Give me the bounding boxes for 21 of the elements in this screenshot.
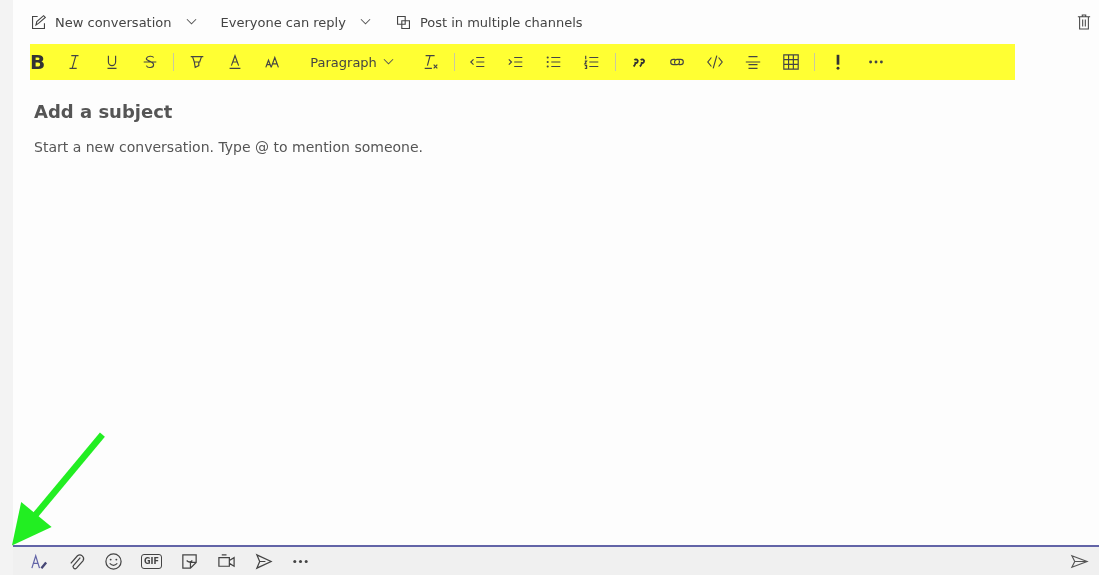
trash-icon[interactable] (1077, 13, 1091, 31)
header-option[interactable]: Post in multiple channels (394, 13, 583, 31)
paragraph-dropdown[interactable]: Paragraph (310, 54, 394, 70)
code-icon[interactable] (705, 53, 724, 71)
gif-button[interactable]: GIF (141, 553, 162, 569)
header-option[interactable]: Everyone can reply (220, 14, 371, 30)
emoji-icon[interactable] (104, 551, 123, 571)
message-field[interactable]: Start a new conversation. Type @ to mention someone. (32, 137, 636, 165)
edit-icon (30, 13, 47, 31)
format-icon[interactable] (30, 551, 49, 571)
table-icon[interactable] (781, 53, 800, 71)
chevron-icon (382, 58, 394, 66)
sticker-icon[interactable] (180, 551, 199, 571)
bold-button[interactable]: B (30, 50, 46, 74)
send-arrow-icon[interactable] (254, 551, 273, 571)
bulleted-list-icon[interactable] (544, 53, 563, 71)
header-option[interactable]: New conversation (30, 13, 197, 31)
subject-field[interactable]: Add a subject (32, 100, 436, 123)
copy-icon (394, 13, 412, 31)
horizontal-rule-icon[interactable] (743, 53, 762, 71)
numbered-list-icon[interactable] (582, 53, 601, 71)
